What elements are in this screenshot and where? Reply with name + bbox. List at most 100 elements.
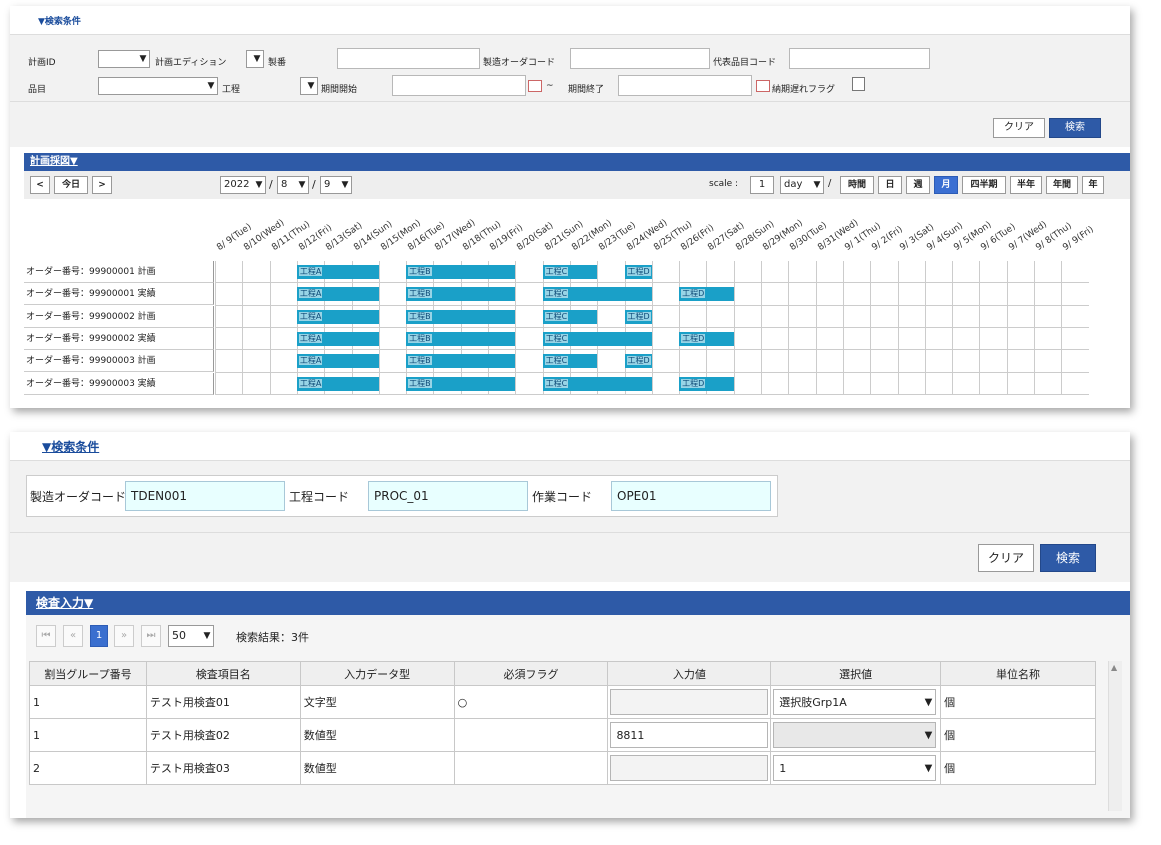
vertical-scrollbar[interactable]: ▲	[1108, 661, 1122, 811]
gantt-panel: ▼検索条件 計画ID ▼ 計画エディション ▼ 製番 製造オーダコード 代表品目…	[10, 6, 1130, 408]
scale-input[interactable]: 1	[750, 176, 774, 194]
action-bar: クリア 検索	[10, 102, 1130, 147]
day-select[interactable]: 9 ▼	[320, 176, 352, 194]
calendar-icon[interactable]	[528, 80, 542, 92]
scale-unit-button[interactable]: 四半期	[962, 176, 1006, 194]
last-page-icon[interactable]: ⏭	[141, 625, 161, 647]
type-cell: 数値型	[299, 751, 455, 785]
col-name[interactable]: 検査項目名	[145, 661, 301, 686]
plan-id-select[interactable]: ▼	[98, 50, 150, 68]
gantt-bar[interactable]: 工程D	[679, 287, 734, 302]
gantt-bar[interactable]: 工程B	[406, 354, 516, 369]
col-type[interactable]: 入力データ型	[299, 661, 455, 686]
scale-unit-button[interactable]: 時間	[840, 176, 874, 194]
first-page-icon[interactable]: ⏮	[36, 625, 56, 647]
work-code-input[interactable]: OPE01	[611, 481, 771, 511]
table-row[interactable]: 1 テスト用検査01 文字型 ○ 選択肢Grp1A ▼ 個	[29, 685, 1096, 719]
gantt-bar[interactable]: 工程A	[296, 309, 379, 324]
scroll-up-icon[interactable]: ▲	[1111, 663, 1117, 672]
gantt-bar[interactable]: 工程D	[624, 265, 652, 279]
grid-line	[378, 261, 380, 395]
grid-line	[1006, 261, 1008, 395]
clear-button-2[interactable]: クリア	[978, 544, 1034, 572]
clear-button[interactable]: クリア	[993, 118, 1045, 138]
scale-unit-button[interactable]: 年	[1082, 176, 1104, 194]
gantt-bar[interactable]: 工程C	[542, 265, 598, 279]
grid-line	[1034, 261, 1035, 395]
gantt-bar[interactable]: 工程D	[679, 376, 734, 391]
scale-unit-button[interactable]: 週	[906, 176, 930, 194]
col-required[interactable]: 必須フラグ	[453, 661, 609, 686]
gantt-bar[interactable]: 工程A	[296, 331, 379, 346]
input-value-field[interactable]	[610, 755, 769, 781]
page-size-select[interactable]: 50 ▼	[168, 625, 214, 647]
select-value-dropdown[interactable]: ▼	[773, 722, 937, 748]
period-end-input[interactable]	[618, 75, 752, 96]
gantt-bar[interactable]: 工程A	[296, 265, 379, 279]
input-value-field[interactable]: 8811	[610, 722, 769, 748]
scale-unit-button[interactable]: 日	[878, 176, 902, 194]
prev-button[interactable]: <	[30, 176, 50, 194]
gantt-bar[interactable]: 工程C	[542, 287, 652, 302]
scale-unit-button[interactable]: 半年	[1010, 176, 1042, 194]
gantt-bar[interactable]: 工程A	[296, 376, 379, 391]
mfg-order-input[interactable]: TDEN001	[125, 481, 285, 511]
select-value-dropdown[interactable]: 選択肢Grp1A ▼	[773, 689, 937, 715]
search-conditions-toggle[interactable]: ▼検索条件	[38, 14, 81, 27]
next-button[interactable]: >	[92, 176, 112, 194]
seiban-input[interactable]	[337, 48, 480, 69]
date-sep: /	[269, 178, 273, 191]
gantt-bar[interactable]: 工程B	[406, 376, 516, 391]
gantt-bar[interactable]: 工程D	[624, 354, 652, 369]
grid-area: ⏮ « 1 » ⏭ 50 ▼ 検索結果：3件 割当グループ番号 検査項目名 入力デ…	[26, 615, 1130, 818]
gantt-bar[interactable]: 工程C	[542, 376, 652, 391]
search-button[interactable]: 検索	[1049, 118, 1101, 138]
gantt-bar[interactable]: 工程B	[406, 265, 516, 279]
mfg-order-code-input[interactable]	[570, 48, 710, 69]
input-value-field[interactable]	[610, 689, 769, 715]
search-button-2[interactable]: 検索	[1040, 544, 1096, 572]
grid-title[interactable]: 検査入力▼	[36, 596, 93, 610]
gantt-bar[interactable]: 工程C	[542, 309, 598, 324]
grid-header: 検査入力▼	[26, 591, 1130, 615]
scale-unit-button[interactable]: 月	[934, 176, 958, 194]
action-bar-2: クリア 検索	[10, 532, 1130, 582]
prev-page-icon[interactable]: «	[63, 625, 83, 647]
current-page-button[interactable]: 1	[90, 625, 108, 647]
process-select[interactable]: ▼	[300, 77, 318, 95]
gantt-title[interactable]: 計画採図▼	[30, 156, 78, 167]
col-unit[interactable]: 単位名称	[940, 661, 1096, 686]
next-page-icon[interactable]: »	[114, 625, 134, 647]
month-select[interactable]: 8 ▼	[277, 176, 309, 194]
scale-unit-select[interactable]: day ▼	[780, 176, 824, 194]
gantt-bar[interactable]: 工程A	[296, 354, 379, 369]
gantt-bar[interactable]: 工程D	[624, 309, 652, 324]
rep-item-code-input[interactable]	[789, 48, 930, 69]
scale-unit-button[interactable]: 年間	[1046, 176, 1078, 194]
delay-flag-checkbox[interactable]	[852, 77, 865, 91]
period-start-input[interactable]	[392, 75, 526, 96]
year-select[interactable]: 2022 ▼	[220, 176, 266, 194]
table-row[interactable]: 1 テスト用検査02 数値型 8811 ▼ 個	[29, 718, 1096, 752]
calendar-icon[interactable]	[756, 80, 770, 92]
plan-edition-select[interactable]: ▼	[246, 50, 264, 68]
gantt-bar[interactable]: 工程C	[542, 354, 598, 369]
type-cell: 数値型	[299, 718, 455, 752]
table-row[interactable]: 2 テスト用検査03 数値型 1 ▼ 個	[29, 751, 1096, 785]
today-button[interactable]: 今日	[54, 176, 88, 194]
required-cell	[453, 751, 609, 785]
item-select[interactable]: ▼	[98, 77, 218, 95]
gantt-bar[interactable]: 工程B	[406, 287, 516, 302]
col-select[interactable]: 選択値	[770, 661, 942, 686]
select-value-dropdown[interactable]: 1 ▼	[773, 755, 937, 781]
col-group[interactable]: 割当グループ番号	[29, 661, 147, 686]
gantt-bar[interactable]: 工程A	[296, 287, 379, 302]
search-conditions-toggle-2[interactable]: ▼検索条件	[42, 438, 99, 455]
process-code-input[interactable]: PROC_01	[368, 481, 528, 511]
gantt-bar[interactable]: 工程D	[679, 331, 734, 346]
group-cell: 1	[29, 718, 147, 752]
gantt-bar[interactable]: 工程B	[406, 309, 516, 324]
gantt-bar[interactable]: 工程B	[406, 331, 516, 346]
gantt-bar[interactable]: 工程C	[542, 331, 652, 346]
col-input[interactable]: 入力値	[607, 661, 772, 686]
